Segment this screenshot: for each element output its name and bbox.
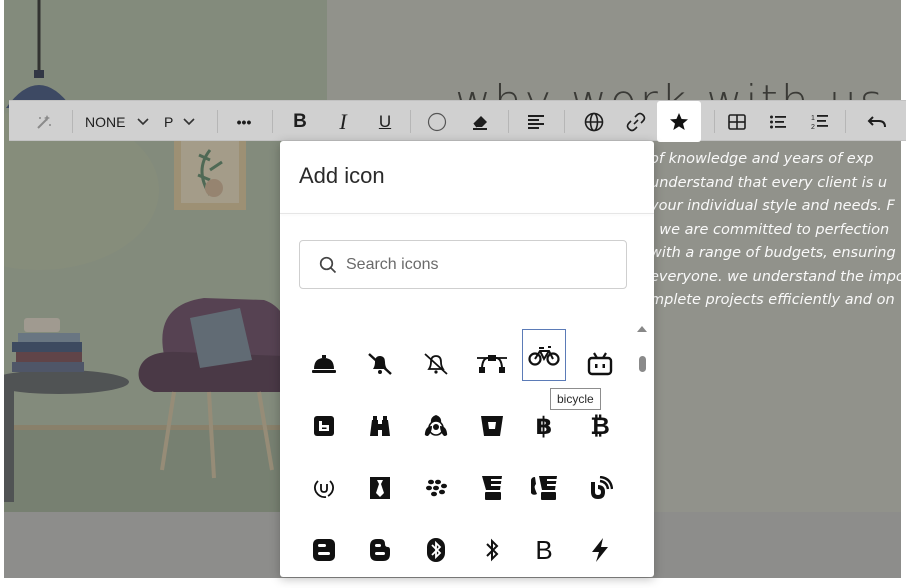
align-icon <box>528 114 544 129</box>
star-icon <box>670 112 688 130</box>
paragraph-line: everyone. we understand the impor <box>650 268 906 285</box>
search-icon <box>319 256 337 274</box>
bell-slash-outline-icon[interactable] <box>414 338 458 390</box>
bitbucket-icon[interactable] <box>470 400 514 452</box>
style-select[interactable]: NONE <box>85 101 153 142</box>
add-icon-dialog: Add icon Search icons ฿ ₿ B <box>280 141 654 577</box>
blender-icon[interactable] <box>470 462 514 514</box>
italic-icon: I <box>339 108 347 134</box>
bold-button[interactable]: B <box>289 101 311 142</box>
table-icon <box>728 113 746 130</box>
globe-icon <box>584 112 604 131</box>
toolbar-divider <box>714 110 715 133</box>
underline-icon: U <box>378 111 392 131</box>
svg-text:1: 1 <box>811 115 815 122</box>
section-paragraph: of knowledge and years of exp understand… <box>650 148 906 313</box>
scrollbar-thumb[interactable] <box>639 356 646 372</box>
toolbar-divider <box>845 110 846 133</box>
numbered-list-icon: 12 <box>811 114 828 131</box>
blog-icon[interactable] <box>578 462 622 514</box>
clear-format-button[interactable] <box>469 101 491 142</box>
editor-toolbar: NONE P ••• B I U 1 2 <box>9 100 906 142</box>
bullet-list-button[interactable] <box>767 101 789 142</box>
link-button[interactable] <box>625 101 647 142</box>
magic-wand-icon[interactable] <box>32 101 56 142</box>
blogger-b-icon[interactable] <box>358 524 402 576</box>
chevron-down-icon <box>183 117 195 125</box>
bity-icon[interactable] <box>302 462 346 514</box>
bluetooth-icon[interactable] <box>414 524 458 576</box>
search-box <box>299 240 627 289</box>
bicycle-icon[interactable] <box>522 329 566 381</box>
toolbar-divider <box>508 110 509 133</box>
icon-tooltip: bicycle <box>550 388 601 410</box>
biohazard-icon[interactable] <box>414 400 458 452</box>
more-button[interactable]: ••• <box>231 101 257 142</box>
paragraph-select[interactable]: P <box>164 101 204 142</box>
bell-slash-icon[interactable] <box>358 338 402 390</box>
language-button[interactable] <box>583 101 605 142</box>
paragraph-line: of knowledge and years of exp <box>650 151 874 167</box>
search-input[interactable] <box>346 241 616 288</box>
style-select-value: NONE <box>85 113 126 130</box>
black-tie-icon[interactable] <box>358 462 402 514</box>
concierge-bell-icon[interactable] <box>302 338 346 390</box>
dialog-title: Add icon <box>299 163 385 188</box>
link-icon <box>626 112 646 131</box>
blender-phone-icon[interactable] <box>522 462 566 514</box>
blackberry-icon[interactable] <box>414 462 458 514</box>
italic-button[interactable]: I <box>332 101 354 142</box>
paragraph-line: your individual style and needs. F <box>650 198 895 214</box>
scroll-up-arrow[interactable] <box>637 326 647 332</box>
text-color-button[interactable] <box>426 101 448 142</box>
align-button[interactable] <box>525 101 547 142</box>
bluetooth-b-icon[interactable] <box>470 524 514 576</box>
blogger-icon[interactable] <box>302 524 346 576</box>
chevron-down-icon <box>137 117 150 125</box>
numbered-list-button[interactable]: 12 <box>809 101 831 142</box>
svg-text:2: 2 <box>811 124 815 131</box>
circle-color-icon <box>427 112 447 131</box>
toolbar-divider <box>217 110 218 133</box>
paragraph-line: understand that every client is u <box>650 174 888 191</box>
eraser-icon <box>473 115 487 130</box>
paragraph-line: mplete projects efficiently and on <box>650 292 895 308</box>
bolt-icon[interactable] <box>578 524 622 576</box>
undo-icon <box>867 115 886 127</box>
toolbar-divider <box>272 110 273 133</box>
toolbar-divider <box>564 110 565 133</box>
bilibili-icon[interactable] <box>578 338 622 390</box>
toolbar-divider <box>72 110 73 133</box>
bold-icon: B <box>293 110 307 132</box>
insert-icon-button[interactable] <box>657 101 701 142</box>
more-icon: ••• <box>236 113 252 130</box>
toolbar-divider <box>410 110 411 133</box>
paragraph-select-value: P <box>164 113 174 130</box>
underline-button[interactable]: U <box>374 101 396 142</box>
undo-button[interactable] <box>865 101 889 142</box>
bold-glyph-icon[interactable]: B <box>522 524 566 576</box>
paragraph-line: . we are committed to perfection <box>650 221 890 238</box>
binoculars-icon[interactable] <box>358 400 402 452</box>
bullet-list-icon <box>770 115 786 128</box>
paragraph-line: with a range of budgets, ensuring <box>650 245 896 261</box>
bezier-curve-icon[interactable] <box>470 338 514 390</box>
table-button[interactable] <box>726 101 748 142</box>
dialog-divider <box>280 213 654 214</box>
bimobject-icon[interactable] <box>302 400 346 452</box>
